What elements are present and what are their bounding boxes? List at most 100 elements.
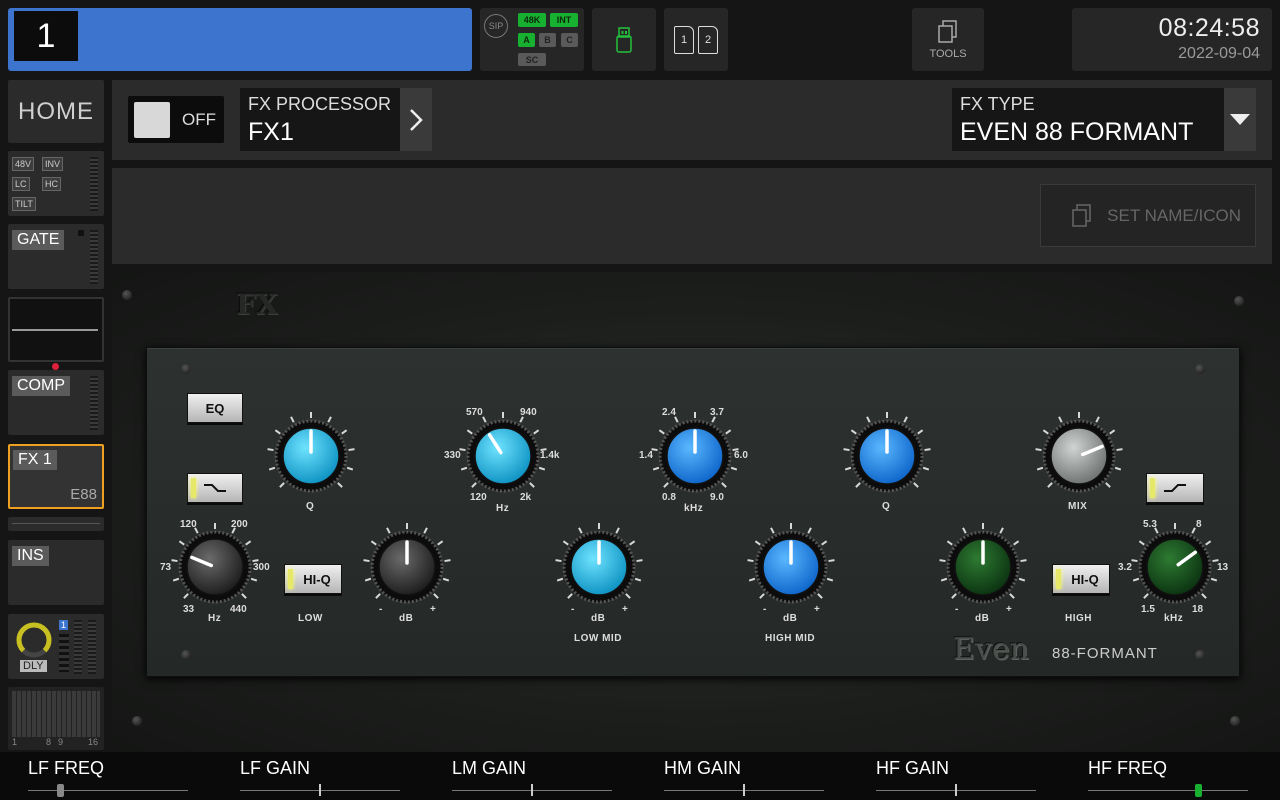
high-shelf-icon	[1164, 484, 1186, 492]
knob-scale-tick	[922, 466, 930, 471]
knob-cap	[1146, 538, 1204, 596]
fx-send-strip[interactable]	[8, 517, 104, 531]
set-name-label: SET NAME/ICON	[1107, 205, 1241, 225]
comp-label: COMP	[12, 376, 70, 396]
high-shelf-button[interactable]	[1146, 473, 1204, 503]
knob-scale-tick	[855, 482, 861, 488]
comp-block[interactable]: COMP	[8, 370, 104, 435]
knob-cap	[1050, 427, 1108, 485]
knob-scale-tick	[555, 559, 562, 563]
high-hiq-led	[1056, 569, 1061, 589]
hf-gain-knob[interactable]	[935, 519, 1031, 615]
status-panel[interactable]: SIP 48K INT A B C SC	[480, 8, 584, 71]
q-high-knob[interactable]	[839, 408, 935, 504]
output-meters-block[interactable]: 1 8 9 16	[8, 687, 104, 750]
hf-tick: 8	[1196, 519, 1202, 530]
hm-gain-db-label: dB	[783, 613, 798, 624]
knob-scale-tick	[171, 559, 178, 563]
fx1-block[interactable]: FX 1 E88	[8, 444, 104, 509]
knob-scale-tick	[1138, 540, 1145, 546]
knob-scale-tick	[346, 466, 354, 471]
low-shelf-icon	[204, 484, 226, 492]
param-label: LF GAIN	[240, 758, 311, 778]
lf-tick: 120	[180, 519, 197, 530]
hf-khz-label: kHz	[1164, 613, 1184, 624]
hmf-tick: 0.8	[662, 492, 676, 503]
fx-onoff-toggle[interactable]: OFF	[128, 96, 224, 143]
knob-scale-tick	[652, 466, 660, 471]
knob-scale-tick	[939, 559, 946, 563]
lmf-hz-label: Hz	[496, 503, 510, 514]
knob-scale-tick	[268, 466, 276, 471]
low-label: LOW	[298, 613, 323, 624]
param-slider-thumb[interactable]	[743, 784, 745, 796]
high-hiq-label: HI-Q	[1071, 571, 1099, 587]
gate-label: GATE	[12, 230, 65, 250]
knob-scale-tick	[1047, 482, 1053, 488]
delay-block[interactable]: DLY 1	[8, 614, 104, 679]
home-button[interactable]: HOME	[8, 80, 104, 143]
gain-minus-tick: -	[955, 604, 959, 615]
gate-block[interactable]: GATE	[8, 224, 104, 289]
fx-type-dropdown-button[interactable]	[1224, 88, 1256, 151]
low-hiq-button[interactable]: HI-Q	[284, 564, 342, 594]
param-slider-thumb[interactable]	[1195, 784, 1203, 797]
q-low-knob[interactable]	[263, 408, 359, 504]
hf-tick: 18	[1192, 604, 1204, 615]
param-slider-thumb[interactable]	[319, 784, 321, 796]
knob-scale-tick	[828, 559, 835, 563]
lf-gain-knob[interactable]	[359, 519, 455, 615]
tools-button[interactable]: TOOLS	[912, 8, 984, 71]
set-name-icon-button[interactable]: SET NAME/ICON	[1040, 184, 1256, 247]
delay-knob-icon	[16, 622, 52, 658]
lf-freq-knob[interactable]	[167, 519, 263, 615]
knob-scale-tick	[663, 482, 669, 488]
fx-processor-field[interactable]: FX PROCESSOR FX1	[240, 88, 400, 151]
knob-scale-tick	[1212, 559, 1219, 563]
screw	[122, 290, 132, 300]
param-slider-thumb[interactable]	[57, 784, 64, 797]
usb-button[interactable]	[592, 8, 656, 71]
ins-label: INS	[12, 546, 49, 566]
eq-in-button[interactable]: EQ	[187, 393, 243, 423]
knob-scale-tick	[1143, 593, 1149, 599]
low-mid-gain-knob[interactable]	[551, 519, 647, 615]
screw	[1195, 364, 1205, 374]
fx-type-field[interactable]: FX TYPE EVEN 88 FORMANT	[952, 88, 1224, 151]
param-slider-thumb[interactable]	[955, 784, 957, 796]
preamp-block[interactable]: 48V INV LC HC TILT	[8, 151, 104, 216]
knob-scale-tick	[1132, 577, 1140, 582]
high-mid-gain-knob[interactable]	[743, 519, 839, 615]
eq-block[interactable]	[8, 297, 104, 362]
lmf-tick: 940	[520, 407, 537, 418]
param-slider-track[interactable]	[1088, 790, 1248, 791]
fx-processor-next-button[interactable]	[400, 88, 432, 151]
param-slider-track[interactable]	[28, 790, 188, 791]
hmf-khz-label: kHz	[684, 503, 704, 514]
knob-scale-tick	[1191, 527, 1196, 534]
knob-scale-tick	[1009, 593, 1015, 599]
knob-scale-tick	[917, 429, 924, 435]
sd-card-button[interactable]: 1 2	[664, 8, 728, 71]
lmf-tick: 1.4k	[540, 450, 560, 461]
hf-freq-knob[interactable]	[1127, 519, 1223, 615]
hmf-tick: 6.0	[734, 450, 748, 461]
param-slider-thumb[interactable]	[531, 784, 533, 796]
screw	[132, 716, 142, 726]
sd-card-1-icon: 1	[674, 25, 694, 54]
knob-scale-tick	[721, 482, 727, 488]
high-hiq-button[interactable]: HI-Q	[1052, 564, 1110, 594]
copy-icon	[938, 19, 957, 43]
knob-scale-tick	[556, 577, 564, 582]
mix-knob[interactable]	[1031, 408, 1127, 504]
knob-scale-tick	[730, 466, 738, 471]
lmf-freq-knob[interactable]	[455, 408, 551, 504]
hmf-freq-knob[interactable]	[647, 408, 743, 504]
knob-scale-tick	[913, 482, 919, 488]
lf-tick: 200	[231, 519, 248, 530]
delay-meter-l	[74, 620, 82, 674]
knob-scale-tick	[850, 429, 857, 435]
insert-block[interactable]: INS	[8, 540, 104, 605]
fx-type-title: FX TYPE	[960, 94, 1035, 114]
low-shelf-button[interactable]	[187, 473, 243, 503]
